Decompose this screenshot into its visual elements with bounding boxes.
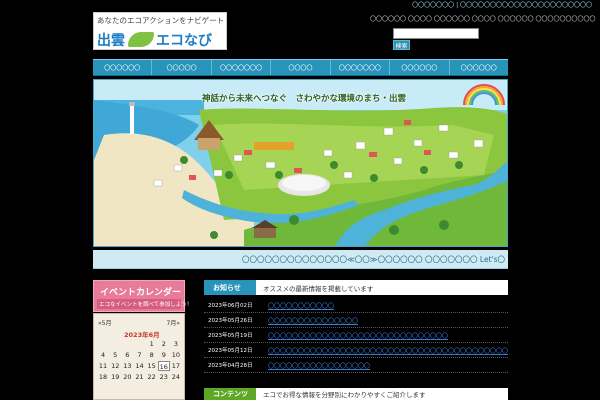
- calendar-day[interactable]: 20: [121, 372, 133, 382]
- news-section-description: オススメの最新情報を掲載しています: [256, 280, 508, 295]
- calendar-day[interactable]: 11: [97, 361, 109, 371]
- calendar-blank: [133, 339, 145, 349]
- calendar-day[interactable]: 7: [133, 350, 145, 360]
- news-date: 2023年05月19日: [208, 333, 253, 339]
- news-date: 2023年04月28日: [208, 363, 253, 369]
- contents-section-label: コンテンツ: [204, 388, 256, 400]
- calendar-day[interactable]: 23: [158, 372, 170, 382]
- news-section-label: お知らせ: [204, 280, 256, 295]
- logo-wordmark: 出雲 エコなび: [96, 29, 226, 49]
- calendar-day[interactable]: 12: [109, 361, 121, 371]
- calendar: «5月 7月» 2023年6月 1 2 3 4 5 6 7 8 9 10 11 12 13 14 15 16 1…: [93, 313, 185, 400]
- nav-item-1[interactable]: 〇〇〇〇〇〇: [93, 60, 153, 75]
- event-calendar-subtitle: エコなイベントを調べて参加しよう！: [97, 299, 192, 309]
- calendar-day[interactable]: 17: [170, 361, 182, 371]
- news-item: 2023年05月19日 〇〇〇〇〇〇〇〇〇〇〇〇〇〇〇〇〇〇〇〇〇〇〇〇〇〇〇〇…: [204, 328, 508, 343]
- hero-illustration: [94, 80, 507, 246]
- calendar-blank: [121, 339, 133, 349]
- nav-item-4[interactable]: 〇〇〇〇: [271, 60, 331, 75]
- news-item: 2023年06月02日 〇〇〇〇〇〇〇〇〇〇〇: [204, 298, 508, 313]
- news-date: 2023年05月12日: [208, 348, 253, 354]
- calendar-day[interactable]: 22: [146, 372, 158, 382]
- ticker-text[interactable]: 〇〇〇〇〇〇〇〇〇〇〇〇〇〇≪〇〇≫〇〇〇〇〇〇 〇〇〇〇〇〇〇 Let's〇: [242, 254, 505, 265]
- calendar-prev-link[interactable]: «5月: [98, 318, 112, 327]
- calendar-blank: [97, 339, 109, 349]
- calendar-day[interactable]: 14: [133, 361, 145, 371]
- leaf-icon: [128, 32, 154, 47]
- calendar-day[interactable]: 6: [121, 350, 133, 360]
- calendar-day[interactable]: 2: [158, 339, 170, 349]
- hero-caption: 神話から未来へつなぐ さわやかな環境のまち・出雲: [202, 94, 407, 104]
- calendar-header: «5月 7月»: [94, 318, 184, 328]
- news-ticker: 〇〇〇〇〇〇〇〇〇〇〇〇〇〇≪〇〇≫〇〇〇〇〇〇 〇〇〇〇〇〇〇 Let's〇: [93, 250, 508, 269]
- calendar-day[interactable]: 4: [97, 350, 109, 360]
- news-link[interactable]: 〇〇〇〇〇〇〇〇〇〇〇〇〇〇〇〇〇〇〇〇〇〇〇〇〇〇〇〇〇〇: [268, 331, 448, 340]
- calendar-day[interactable]: 8: [146, 350, 158, 360]
- logo-izumo-text: 出雲: [97, 33, 125, 49]
- calendar-day[interactable]: 5: [109, 350, 121, 360]
- news-link[interactable]: 〇〇〇〇〇〇〇〇〇〇〇〇〇〇〇〇〇: [268, 361, 370, 370]
- news-item: 2023年05月12日 〇〇〇〇〇〇〇〇〇〇〇〇〇〇〇〇〇〇〇〇〇〇〇〇〇〇〇〇…: [204, 343, 508, 358]
- event-calendar-title: イベントカレンダー: [100, 288, 182, 298]
- calendar-day[interactable]: 16: [157, 361, 170, 371]
- calendar-month: 2023年6月: [124, 331, 160, 339]
- calendar-blank: [109, 339, 121, 349]
- calendar-day[interactable]: 21: [133, 372, 145, 382]
- search-button[interactable]: 検索: [393, 40, 410, 50]
- news-link[interactable]: 〇〇〇〇〇〇〇〇〇〇〇〇〇〇〇: [268, 316, 358, 325]
- nav-item-5[interactable]: 〇〇〇〇〇〇〇: [331, 60, 391, 75]
- header-links[interactable]: 〇〇〇〇〇〇 〇〇〇〇 〇〇〇〇〇〇 〇〇〇〇 〇〇〇〇〇〇 〇〇〇〇〇〇〇〇〇…: [370, 14, 596, 23]
- news-date: 2023年05月26日: [208, 318, 253, 324]
- event-calendar-banner[interactable]: イベントカレンダー エコなイベントを調べて参加しよう！: [93, 280, 192, 312]
- logo-eco-text: エコなび: [156, 33, 212, 49]
- top-utility-links[interactable]: 〇〇〇〇〇〇〇 | 〇〇〇〇〇〇〇〇〇〇〇〇〇〇〇〇〇〇〇〇〇〇: [412, 0, 592, 9]
- calendar-day[interactable]: 10: [170, 350, 182, 360]
- calendar-day[interactable]: 19: [109, 372, 121, 382]
- global-nav: 〇〇〇〇〇〇 〇〇〇〇〇 〇〇〇〇〇〇〇 〇〇〇〇 〇〇〇〇〇〇〇 〇〇〇〇〇〇…: [93, 59, 508, 76]
- nav-item-6[interactable]: 〇〇〇〇〇〇: [390, 60, 450, 75]
- news-item: 2023年04月28日 〇〇〇〇〇〇〇〇〇〇〇〇〇〇〇〇〇: [204, 358, 508, 373]
- calendar-day[interactable]: 24: [170, 372, 182, 382]
- nav-item-2[interactable]: 〇〇〇〇〇: [152, 60, 212, 75]
- news-link[interactable]: 〇〇〇〇〇〇〇〇〇〇〇: [268, 301, 334, 310]
- calendar-day[interactable]: 9: [158, 350, 170, 360]
- news-list: 2023年06月02日 〇〇〇〇〇〇〇〇〇〇〇 2023年05月26日 〇〇〇〇…: [204, 298, 508, 373]
- nav-item-3[interactable]: 〇〇〇〇〇〇〇: [212, 60, 272, 75]
- top-strip: 〇〇〇〇〇〇〇 | 〇〇〇〇〇〇〇〇〇〇〇〇〇〇〇〇〇〇〇〇〇〇: [0, 0, 600, 9]
- calendar-day[interactable]: 1: [146, 339, 158, 349]
- calendar-day[interactable]: 15: [146, 361, 158, 371]
- nav-item-7[interactable]: 〇〇〇〇〇〇: [450, 60, 508, 75]
- news-item: 2023年05月26日 〇〇〇〇〇〇〇〇〇〇〇〇〇〇〇: [204, 313, 508, 328]
- contents-section-description: エコでお得な情報を分野別にわかりやすくご紹介します: [256, 388, 508, 400]
- calendar-day[interactable]: 18: [97, 372, 109, 382]
- calendar-next-link[interactable]: 7月»: [167, 318, 181, 327]
- logo-tagline: あなたのエコアクションをナビゲート: [97, 16, 225, 25]
- search-input[interactable]: [393, 28, 479, 39]
- news-date: 2023年06月02日: [208, 303, 253, 309]
- news-link[interactable]: 〇〇〇〇〇〇〇〇〇〇〇〇〇〇〇〇〇〇〇〇〇〇〇〇〇〇〇〇〇〇〇〇〇〇〇〇〇〇〇〇: [268, 346, 508, 355]
- calendar-grid: 1 2 3 4 5 6 7 8 9 10 11 12 13 14 15 16 17 18 19 20 21 22 23 24: [97, 339, 182, 382]
- hero-banner: 神話から未来へつなぐ さわやかな環境のまち・出雲: [93, 79, 508, 247]
- site-logo[interactable]: あなたのエコアクションをナビゲート 出雲 エコなび: [93, 12, 227, 50]
- calendar-day[interactable]: 3: [170, 339, 182, 349]
- calendar-day[interactable]: 13: [121, 361, 133, 371]
